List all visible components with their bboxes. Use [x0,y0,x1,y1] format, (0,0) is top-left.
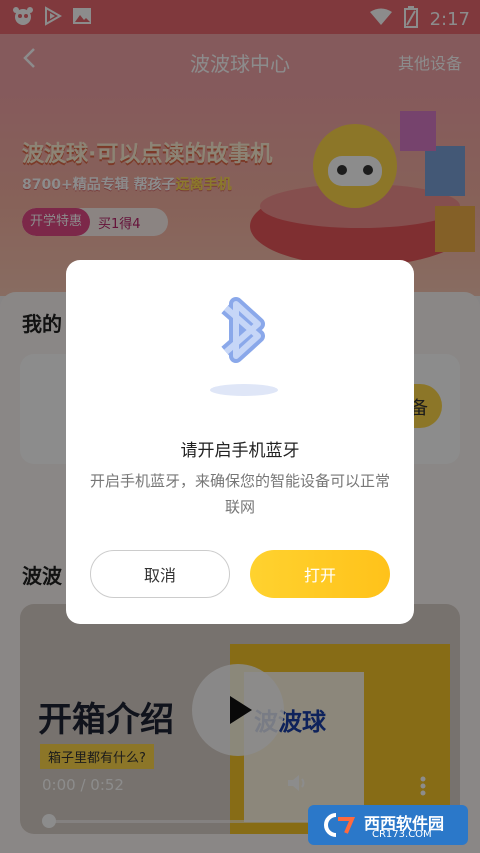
open-bluetooth-button[interactable]: 打开 [250,550,390,598]
bluetooth-icon [210,297,278,396]
watermark-subtext: CR173.COM [372,829,432,840]
bluetooth-dialog: 请开启手机蓝牙 开启手机蓝牙，来确保您的智能设备可以正常联网 取消 打开 [66,260,414,624]
site-watermark: 西西软件园 CR173.COM [308,805,468,845]
watermark-logo [324,813,356,837]
dialog-title: 请开启手机蓝牙 [180,441,300,461]
cancel-button[interactable]: 取消 [90,550,230,598]
dialog-description: 开启手机蓝牙，来确保您的智能设备可以正常联网 [89,472,390,516]
